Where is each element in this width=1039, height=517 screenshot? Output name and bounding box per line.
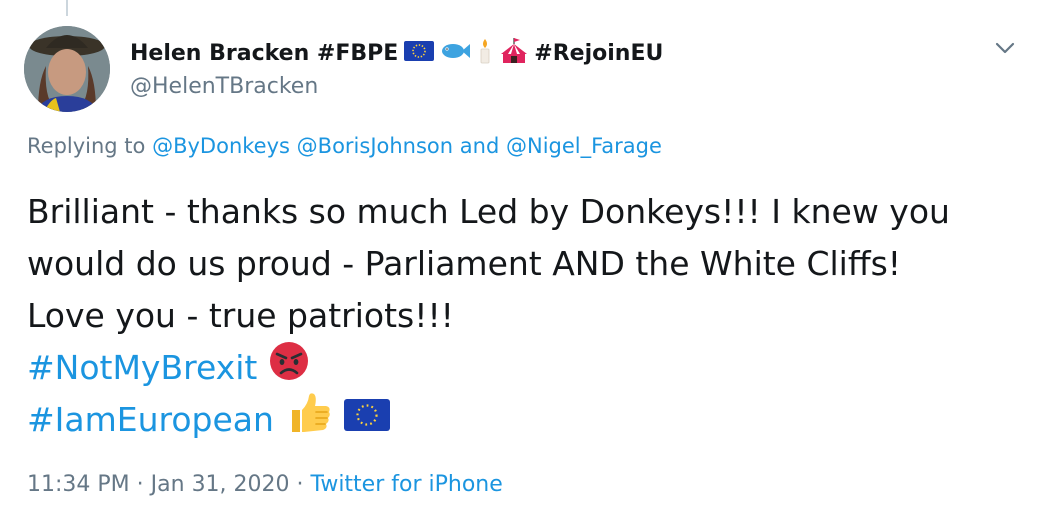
tweet-text-segment: Brilliant - thanks so much Led by Donkey…	[27, 192, 950, 231]
fish-icon	[440, 40, 471, 66]
author-display-name-suffix[interactable]: #RejoinEU	[534, 41, 663, 66]
replying-to-label: Replying to	[27, 134, 146, 158]
tweet-text-line: would do us proud - Parliament AND the W…	[27, 238, 1017, 290]
mention-link[interactable]: @Nigel_Farage	[506, 134, 662, 158]
chevron-down-icon[interactable]	[994, 40, 1016, 56]
candle-icon	[476, 38, 494, 68]
thread-connector-line	[66, 0, 68, 16]
tweet-body: Brilliant - thanks so much Led by Donkey…	[27, 186, 1017, 446]
hashtag-link[interactable]: #IamEuropean	[27, 394, 274, 446]
tweet-date[interactable]: Jan 31, 2020	[151, 472, 290, 497]
tweet-text-segment: would do us proud - Parliament AND the W…	[27, 244, 902, 283]
tweet-text-segment: Love you - true patriots!!!	[27, 296, 454, 335]
tweet-metadata: 11:34 PM · Jan 31, 2020 · Twitter for iP…	[27, 472, 503, 497]
avatar[interactable]	[24, 26, 110, 112]
meta-separator: ·	[296, 472, 304, 497]
mention-conjunction: and	[459, 134, 500, 158]
mention-link[interactable]: @BorisJohnson	[297, 134, 453, 158]
tweet-hashtag-line: #IamEuropean	[27, 392, 1017, 449]
tweet-hashtag-line: #NotMyBrexit	[27, 341, 1017, 396]
tweet-text-line: Love you - true patriots!!!	[27, 290, 1017, 342]
replying-to-line: Replying to @ByDonkeys @BorisJohnson and…	[27, 134, 662, 158]
thumbs-up-icon	[286, 392, 332, 449]
hashtag-link[interactable]: #NotMyBrexit	[27, 342, 257, 394]
circus-tent-icon	[500, 38, 528, 68]
meta-separator: ·	[136, 472, 144, 497]
eu-flag-icon	[404, 41, 435, 65]
angry-face-icon	[269, 341, 309, 396]
tweet-source-link[interactable]: Twitter for iPhone	[311, 472, 503, 497]
author-display-name[interactable]: Helen Bracken #FBPE	[130, 41, 398, 66]
author-handle[interactable]: @HelenTBracken	[130, 74, 318, 99]
mention-link[interactable]: @ByDonkeys	[152, 134, 290, 158]
eu-flag-icon	[343, 394, 390, 446]
tweet-time[interactable]: 11:34 PM	[27, 472, 130, 497]
avatar-photo	[24, 26, 110, 112]
author-name-row[interactable]: Helen Bracken #FBPE #RejoinEU	[130, 38, 663, 68]
tweet-text-line: Brilliant - thanks so much Led by Donkey…	[27, 186, 1017, 238]
